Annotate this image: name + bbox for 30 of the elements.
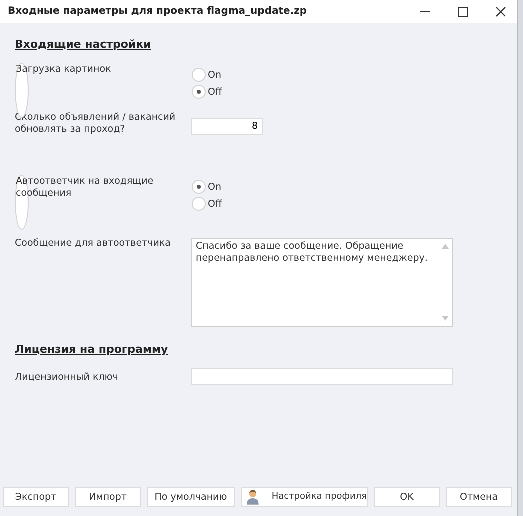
message-text: Спасибо за ваше сообщение. Обращение перенаправлено ответственному менеджеру.: [195, 240, 429, 266]
dialog-button[interactable]: OK: [374, 487, 440, 507]
dialog-button[interactable]: Отмена: [446, 487, 512, 507]
window-title: Входные параметры для проекта flagma_update.zp: [8, 6, 308, 17]
person-icon: [246, 489, 260, 505]
dialog-button[interactable]: Импорт: [75, 487, 141, 507]
dialog-button[interactable]: Экспорт: [3, 487, 69, 507]
field-label: Автоответчик на входящие сообщения: [16, 176, 155, 200]
radio-button[interactable]: [192, 85, 206, 99]
scroll-down-icon[interactable]: [442, 316, 448, 321]
field-label: Лицензионный ключ: [15, 371, 120, 384]
radio-button[interactable]: [192, 180, 206, 194]
dialog-button[interactable]: Настройка профиля: [241, 487, 368, 507]
maximize-icon[interactable]: [457, 6, 469, 18]
section-heading: Лицензия на программу: [15, 343, 168, 356]
option-label: Off: [208, 198, 222, 210]
field-label: Загрузка картинок: [16, 64, 112, 76]
option-label: On: [208, 182, 222, 192]
option-label: On: [208, 70, 222, 80]
section-heading: Входящие настройки: [15, 38, 152, 51]
field-label: Сообщение для автоответчика: [15, 238, 172, 250]
message-field[interactable]: Спасибо за ваше сообщение. Обращение перенаправлено ответственному менеджеру.: [191, 238, 453, 327]
radio-button[interactable]: [192, 68, 206, 82]
number-field[interactable]: 8: [191, 118, 263, 135]
dialog-button[interactable]: По умолчанию: [147, 487, 235, 507]
radio-button[interactable]: [192, 197, 206, 211]
license-key-field[interactable]: [191, 368, 453, 385]
scroll-up-icon[interactable]: [442, 244, 448, 249]
close-icon[interactable]: [495, 6, 507, 18]
option-label: Off: [208, 86, 222, 98]
